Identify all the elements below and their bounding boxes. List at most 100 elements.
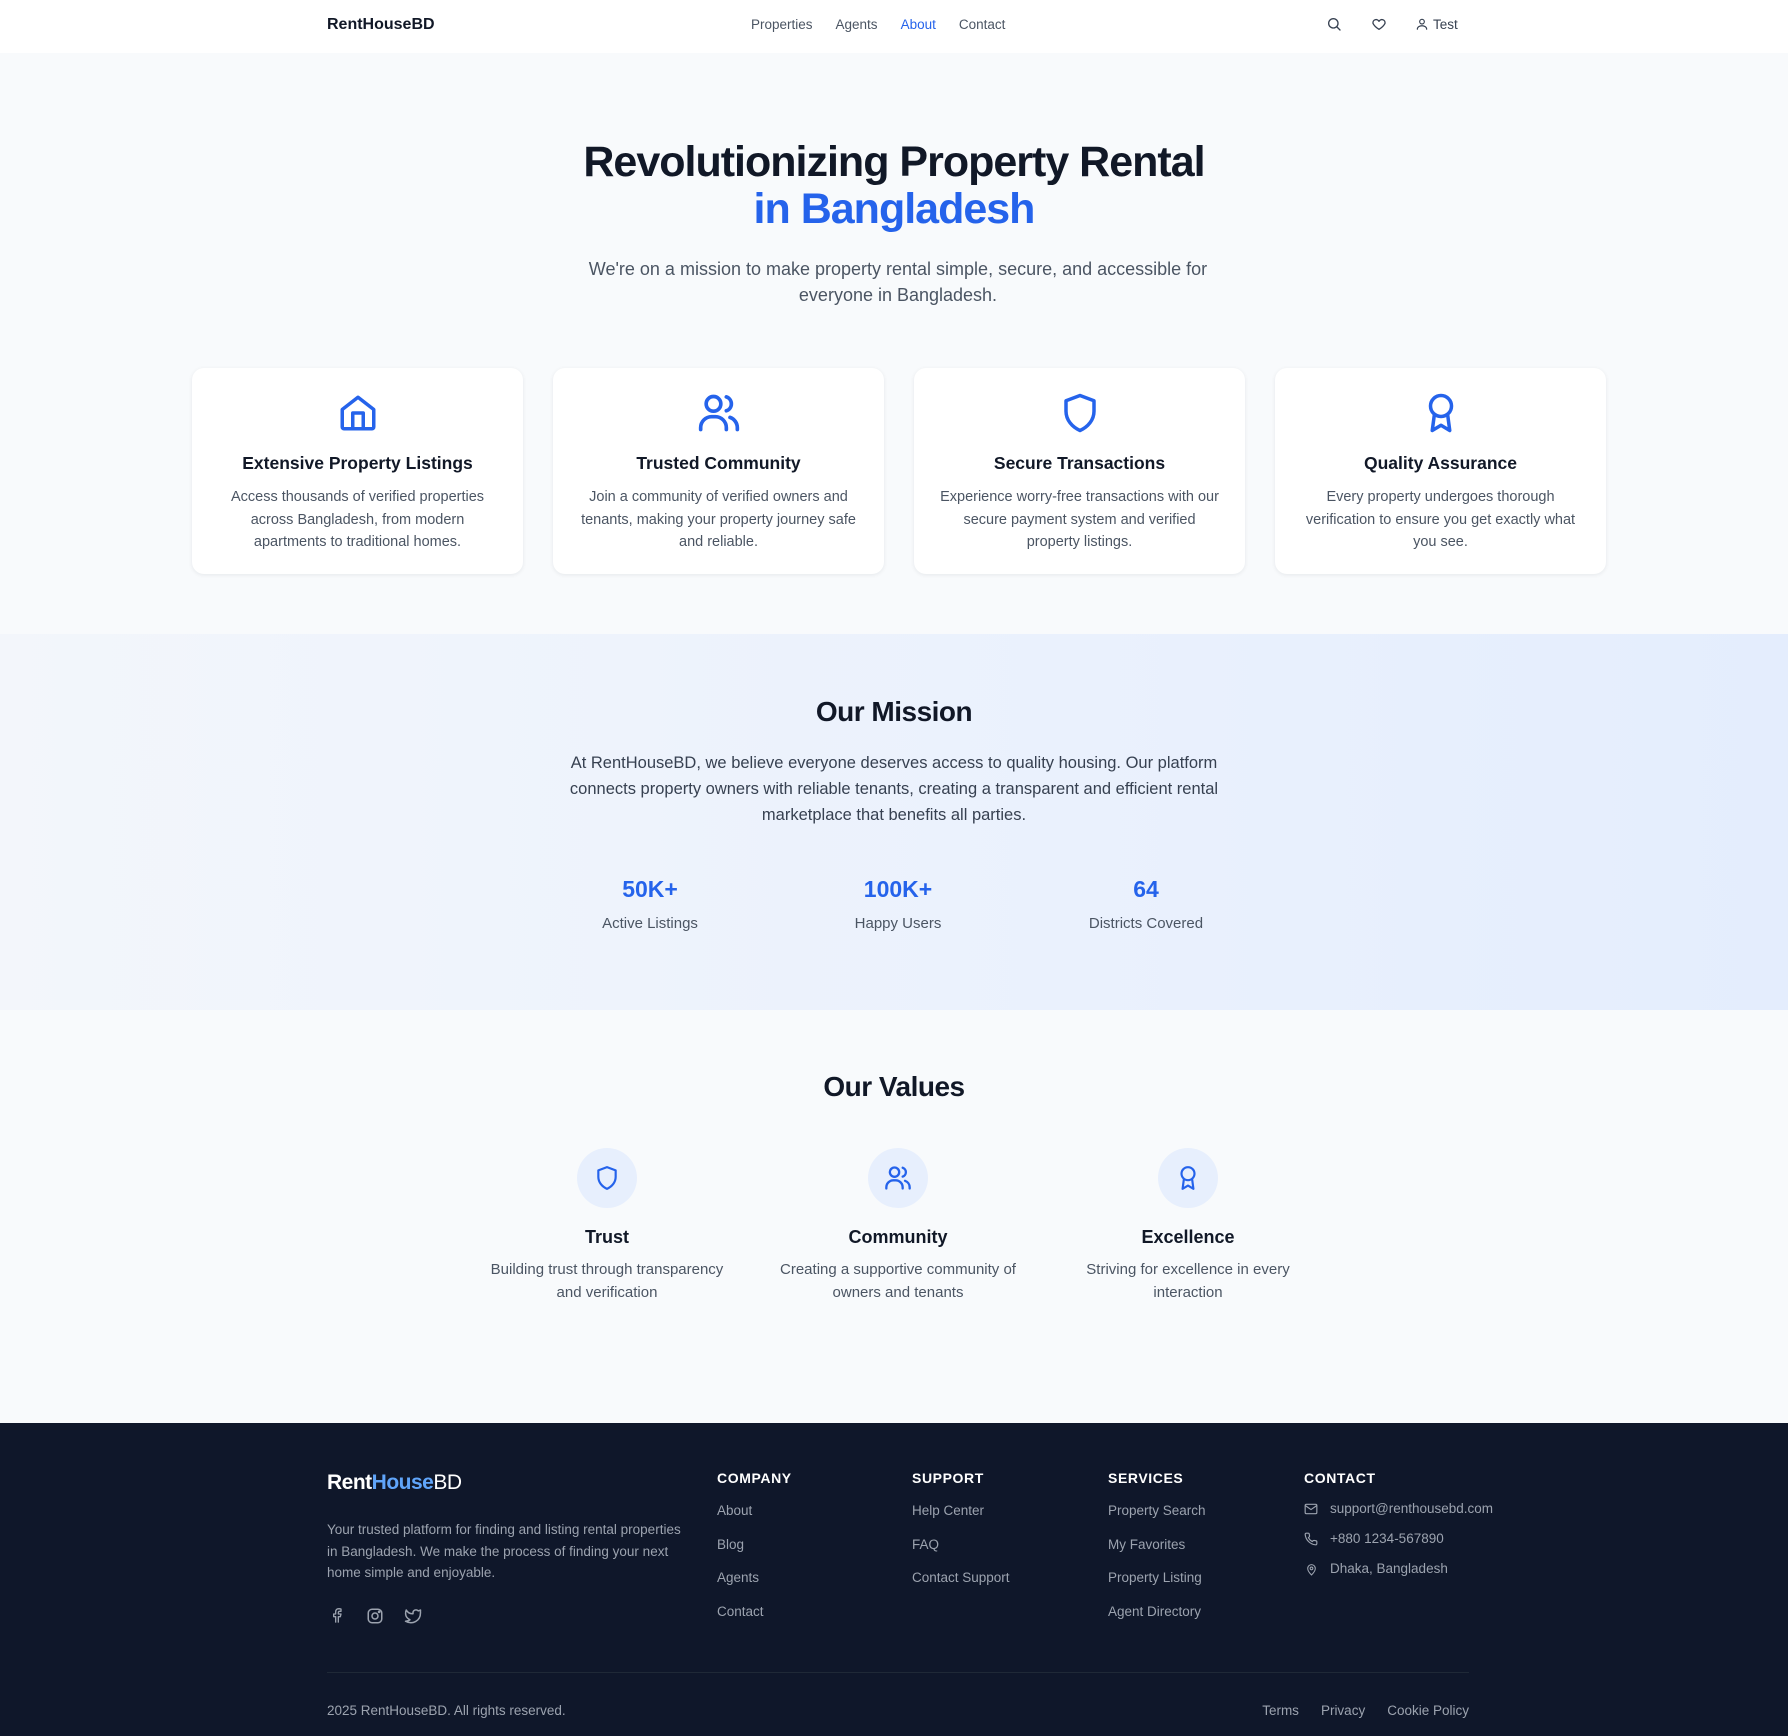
feature-title: Secure Transactions <box>993 453 1166 473</box>
footer-divider <box>327 1672 1469 1673</box>
legal-links: Terms Privacy Cookie Policy <box>1262 1703 1469 1718</box>
footer-link-property-listing[interactable]: Property Listing <box>1108 1569 1206 1587</box>
hero-title: Revolutionizing Property Rental in Bangl… <box>0 139 1788 233</box>
values-title: Our Values <box>823 1071 965 1102</box>
value-item-community: Community Creating a supportive communit… <box>773 1148 1023 1304</box>
mission-desc: At RentHouseBD, we believe everyone dese… <box>569 754 1219 824</box>
stat-value: 50K+ <box>622 876 678 902</box>
footer-col-company: COMPANY About Blog Agents Contact <box>717 1470 792 1621</box>
copyright: 2025 RentHouseBD. All rights reserved. <box>327 1703 566 1718</box>
award-icon <box>1418 390 1464 436</box>
stat-value: 100K+ <box>863 876 933 902</box>
contact-email[interactable]: support@renthousebd.com <box>1304 1500 1493 1518</box>
value-title: Excellence <box>1141 1227 1235 1247</box>
shield-icon <box>1057 390 1103 436</box>
footer-description: Your trusted platform for finding and li… <box>327 1522 681 1580</box>
stat-active-listings: 50K+ Active Listings <box>550 876 750 932</box>
stat-label: Districts Covered <box>1088 915 1204 932</box>
value-title: Trust <box>584 1227 629 1247</box>
contact-phone[interactable]: +880 1234-567890 <box>1304 1530 1493 1548</box>
top-navbar: RentHouseBD Properties Agents About Cont… <box>0 0 1788 53</box>
value-desc: Creating a supportive community of owner… <box>780 1261 1016 1301</box>
footer-link-contact-support[interactable]: Contact Support <box>912 1569 1010 1587</box>
mail-icon <box>1304 1502 1318 1516</box>
footer-link-contact[interactable]: Contact <box>717 1603 792 1621</box>
value-item-excellence: Excellence Striving for excellence in ev… <box>1063 1148 1313 1304</box>
phone-icon <box>1304 1532 1318 1546</box>
footer-brand-part1: Rent <box>327 1471 372 1494</box>
stat-value: 64 <box>1133 876 1159 902</box>
feature-title: Extensive Property Listings <box>242 453 473 473</box>
feature-title: Quality Assurance <box>1363 453 1518 473</box>
feature-card: Extensive Property Listings Access thous… <box>192 368 523 574</box>
twitter-icon[interactable] <box>403 1606 423 1626</box>
value-desc: Striving for excellence in every interac… <box>1086 1261 1290 1301</box>
facebook-icon[interactable] <box>327 1606 347 1626</box>
contact-address: Dhaka, Bangladesh <box>1304 1560 1493 1578</box>
footer-heading: COMPANY <box>717 1470 792 1486</box>
contact-address-text: Dhaka, Bangladesh <box>1330 1561 1448 1576</box>
nav-links: Properties Agents About Contact <box>751 17 1005 32</box>
feature-card: Quality Assurance Every property undergo… <box>1275 368 1606 574</box>
footer-heading: SUPPORT <box>912 1470 984 1486</box>
map-pin-icon <box>1304 1562 1318 1576</box>
footer-link-help-center[interactable]: Help Center <box>912 1502 1010 1520</box>
footer-link-property-search[interactable]: Property Search <box>1108 1502 1206 1520</box>
user-icon <box>1415 17 1429 31</box>
legal-link-privacy[interactable]: Privacy <box>1321 1703 1365 1718</box>
contact-phone-text: +880 1234-567890 <box>1330 1531 1444 1546</box>
legal-link-cookie-policy[interactable]: Cookie Policy <box>1387 1703 1469 1718</box>
feature-desc: Experience worry-free transactions with … <box>940 489 1219 550</box>
hero-subtitle: We're on a mission to make property rent… <box>588 259 1208 305</box>
stat-label: Happy Users <box>854 915 942 932</box>
heart-icon[interactable] <box>1370 15 1388 33</box>
value-desc: Building trust through transparency and … <box>490 1261 724 1301</box>
footer-link-agents[interactable]: Agents <box>717 1569 792 1587</box>
footer-col-services: SERVICES Property Search My Favorites Pr… <box>1108 1470 1206 1621</box>
footer-heading: SERVICES <box>1108 1470 1184 1486</box>
social-links <box>327 1606 423 1626</box>
nav-link-properties[interactable]: Properties <box>751 17 813 32</box>
nav-link-agents[interactable]: Agents <box>836 17 878 32</box>
home-icon <box>335 390 381 436</box>
footer-link-faq[interactable]: FAQ <box>912 1536 1010 1554</box>
feature-cards: Extensive Property Listings Access thous… <box>192 368 1606 574</box>
contact-email-text: support@renthousebd.com <box>1330 1501 1494 1516</box>
user-name: Test <box>1433 16 1458 32</box>
feature-desc: Join a community of verified owners and … <box>581 489 856 550</box>
footer-link-about[interactable]: About <box>717 1502 792 1520</box>
stat-happy-users: 100K+ Happy Users <box>798 876 998 932</box>
users-icon <box>696 390 742 436</box>
hero-title-line1: Revolutionizing Property Rental <box>583 138 1205 186</box>
legal-link-terms[interactable]: Terms <box>1262 1703 1299 1718</box>
feature-desc: Every property undergoes thorough verifi… <box>1305 489 1576 550</box>
footer-brand-part2: House <box>371 1471 434 1494</box>
shield-icon <box>577 1148 637 1208</box>
brand-logo[interactable]: RentHouseBD <box>327 16 435 34</box>
user-menu[interactable]: Test <box>1415 17 1458 32</box>
footer-col-contact: CONTACT support@renthousebd.com +880 123… <box>1304 1470 1493 1578</box>
nav-link-contact[interactable]: Contact <box>959 17 1006 32</box>
nav-tools: Test <box>1325 15 1458 33</box>
hero-title-line2: in Bangladesh <box>753 185 1036 233</box>
footer-brand[interactable]: RentHouseBD <box>327 1471 462 1495</box>
search-icon[interactable] <box>1325 15 1343 33</box>
instagram-icon[interactable] <box>365 1606 385 1626</box>
users-icon <box>868 1148 928 1208</box>
footer-link-blog[interactable]: Blog <box>717 1536 792 1554</box>
nav-link-about[interactable]: About <box>901 17 936 32</box>
feature-title: Trusted Community <box>636 453 801 473</box>
footer: RentHouseBD Your trusted platform for fi… <box>0 1423 1788 1736</box>
feature-card: Secure Transactions Experience worry-fre… <box>914 368 1245 574</box>
footer-link-agent-directory[interactable]: Agent Directory <box>1108 1603 1206 1621</box>
value-item-trust: Trust Building trust through transparenc… <box>482 1148 732 1304</box>
feature-card: Trusted Community Join a community of ve… <box>553 368 884 574</box>
stat-districts-covered: 64 Districts Covered <box>1046 876 1246 932</box>
value-title: Community <box>848 1227 948 1247</box>
stat-label: Active Listings <box>602 915 698 932</box>
feature-desc: Access thousands of verified properties … <box>230 489 485 550</box>
footer-link-my-favorites[interactable]: My Favorites <box>1108 1536 1206 1554</box>
mission-title: Our Mission <box>815 696 973 727</box>
award-icon <box>1158 1148 1218 1208</box>
footer-brand-part3: BD <box>433 1471 462 1494</box>
